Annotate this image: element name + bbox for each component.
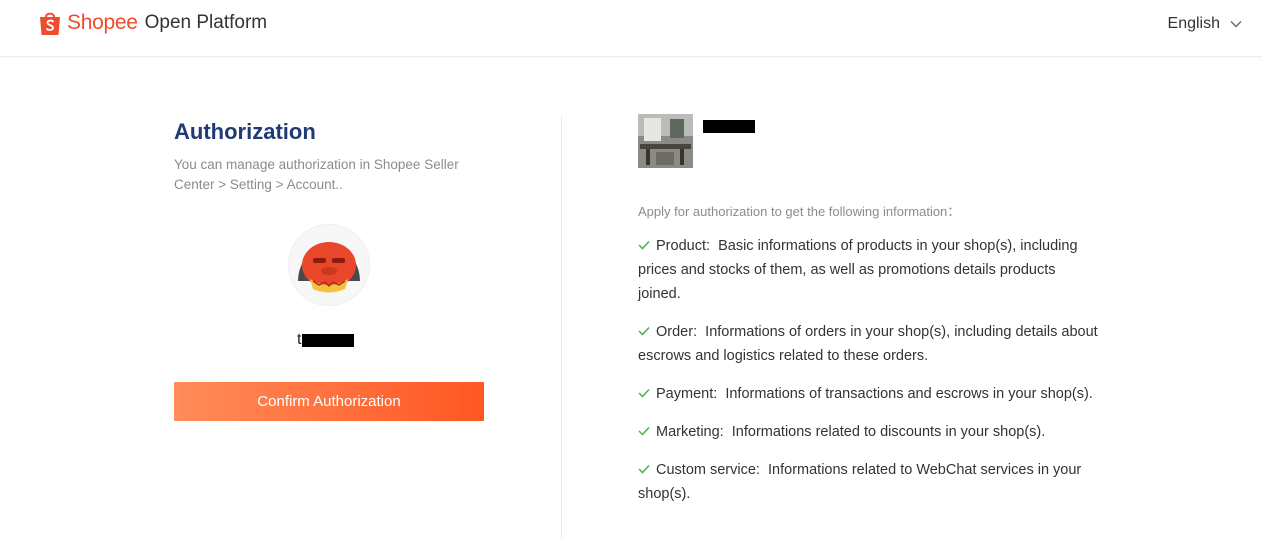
language-label: English bbox=[1167, 15, 1220, 32]
permission-colon: : bbox=[755, 462, 769, 478]
permission-name: Marketing bbox=[656, 424, 720, 440]
top-header: Shopee Open Platform English bbox=[0, 0, 1262, 57]
authorization-description: You can manage authorization in Shopee S… bbox=[174, 157, 459, 192]
permission-name: Custom service bbox=[656, 462, 756, 478]
check-icon bbox=[638, 388, 650, 398]
confirm-authorization-button[interactable]: Confirm Authorization bbox=[174, 382, 484, 421]
permission-text: Informations of orders in your shop(s), … bbox=[638, 324, 1098, 364]
permission-item: Product: Basic informations of products … bbox=[638, 234, 1098, 306]
check-icon bbox=[638, 326, 650, 336]
permission-colon: : bbox=[693, 324, 706, 340]
column-divider bbox=[561, 115, 562, 539]
permission-name: Order bbox=[656, 324, 694, 340]
permission-colon: : bbox=[719, 424, 732, 440]
permission-item: Payment: Informations of transactions an… bbox=[638, 382, 1098, 406]
permission-colon: : bbox=[705, 238, 719, 254]
mascot-avatar-icon bbox=[289, 225, 369, 305]
apply-text: Apply for authorization to get the follo… bbox=[638, 204, 961, 219]
permission-name: Product bbox=[656, 238, 706, 254]
redacted-username bbox=[302, 333, 355, 347]
app-thumbnail-icon bbox=[638, 114, 693, 168]
check-icon bbox=[638, 464, 650, 474]
permission-item: Custom service: Informations related to … bbox=[638, 458, 1098, 506]
permission-name: Payment bbox=[656, 386, 714, 402]
username: t bbox=[297, 331, 355, 349]
brand-name: Shopee bbox=[67, 11, 138, 34]
language-selector[interactable]: English bbox=[1168, 15, 1242, 33]
check-icon bbox=[638, 426, 650, 436]
chevron-down-icon bbox=[1230, 21, 1242, 28]
permission-item: Marketing: Informations related to disco… bbox=[638, 420, 1098, 444]
check-icon bbox=[638, 240, 650, 250]
permission-item: Order: Informations of orders in your sh… bbox=[638, 320, 1098, 368]
app-logo bbox=[638, 114, 693, 168]
permission-text: Informations related to discounts in you… bbox=[731, 424, 1046, 440]
permission-list: Product: Basic informations of products … bbox=[638, 234, 1098, 520]
page-title: Authorization bbox=[174, 119, 316, 144]
authorization-panel: Authorization You can manage authorizati… bbox=[174, 118, 494, 421]
logo[interactable]: Shopee Open Platform bbox=[38, 10, 267, 36]
product-name: Open Platform bbox=[144, 12, 268, 33]
permission-colon: : bbox=[713, 386, 726, 402]
redacted-app-name bbox=[703, 120, 755, 133]
username-text: t bbox=[297, 331, 302, 348]
avatar bbox=[288, 224, 370, 306]
shopee-bag-icon bbox=[40, 12, 60, 35]
permission-text: Informations of transactions and escrows… bbox=[725, 386, 1093, 402]
